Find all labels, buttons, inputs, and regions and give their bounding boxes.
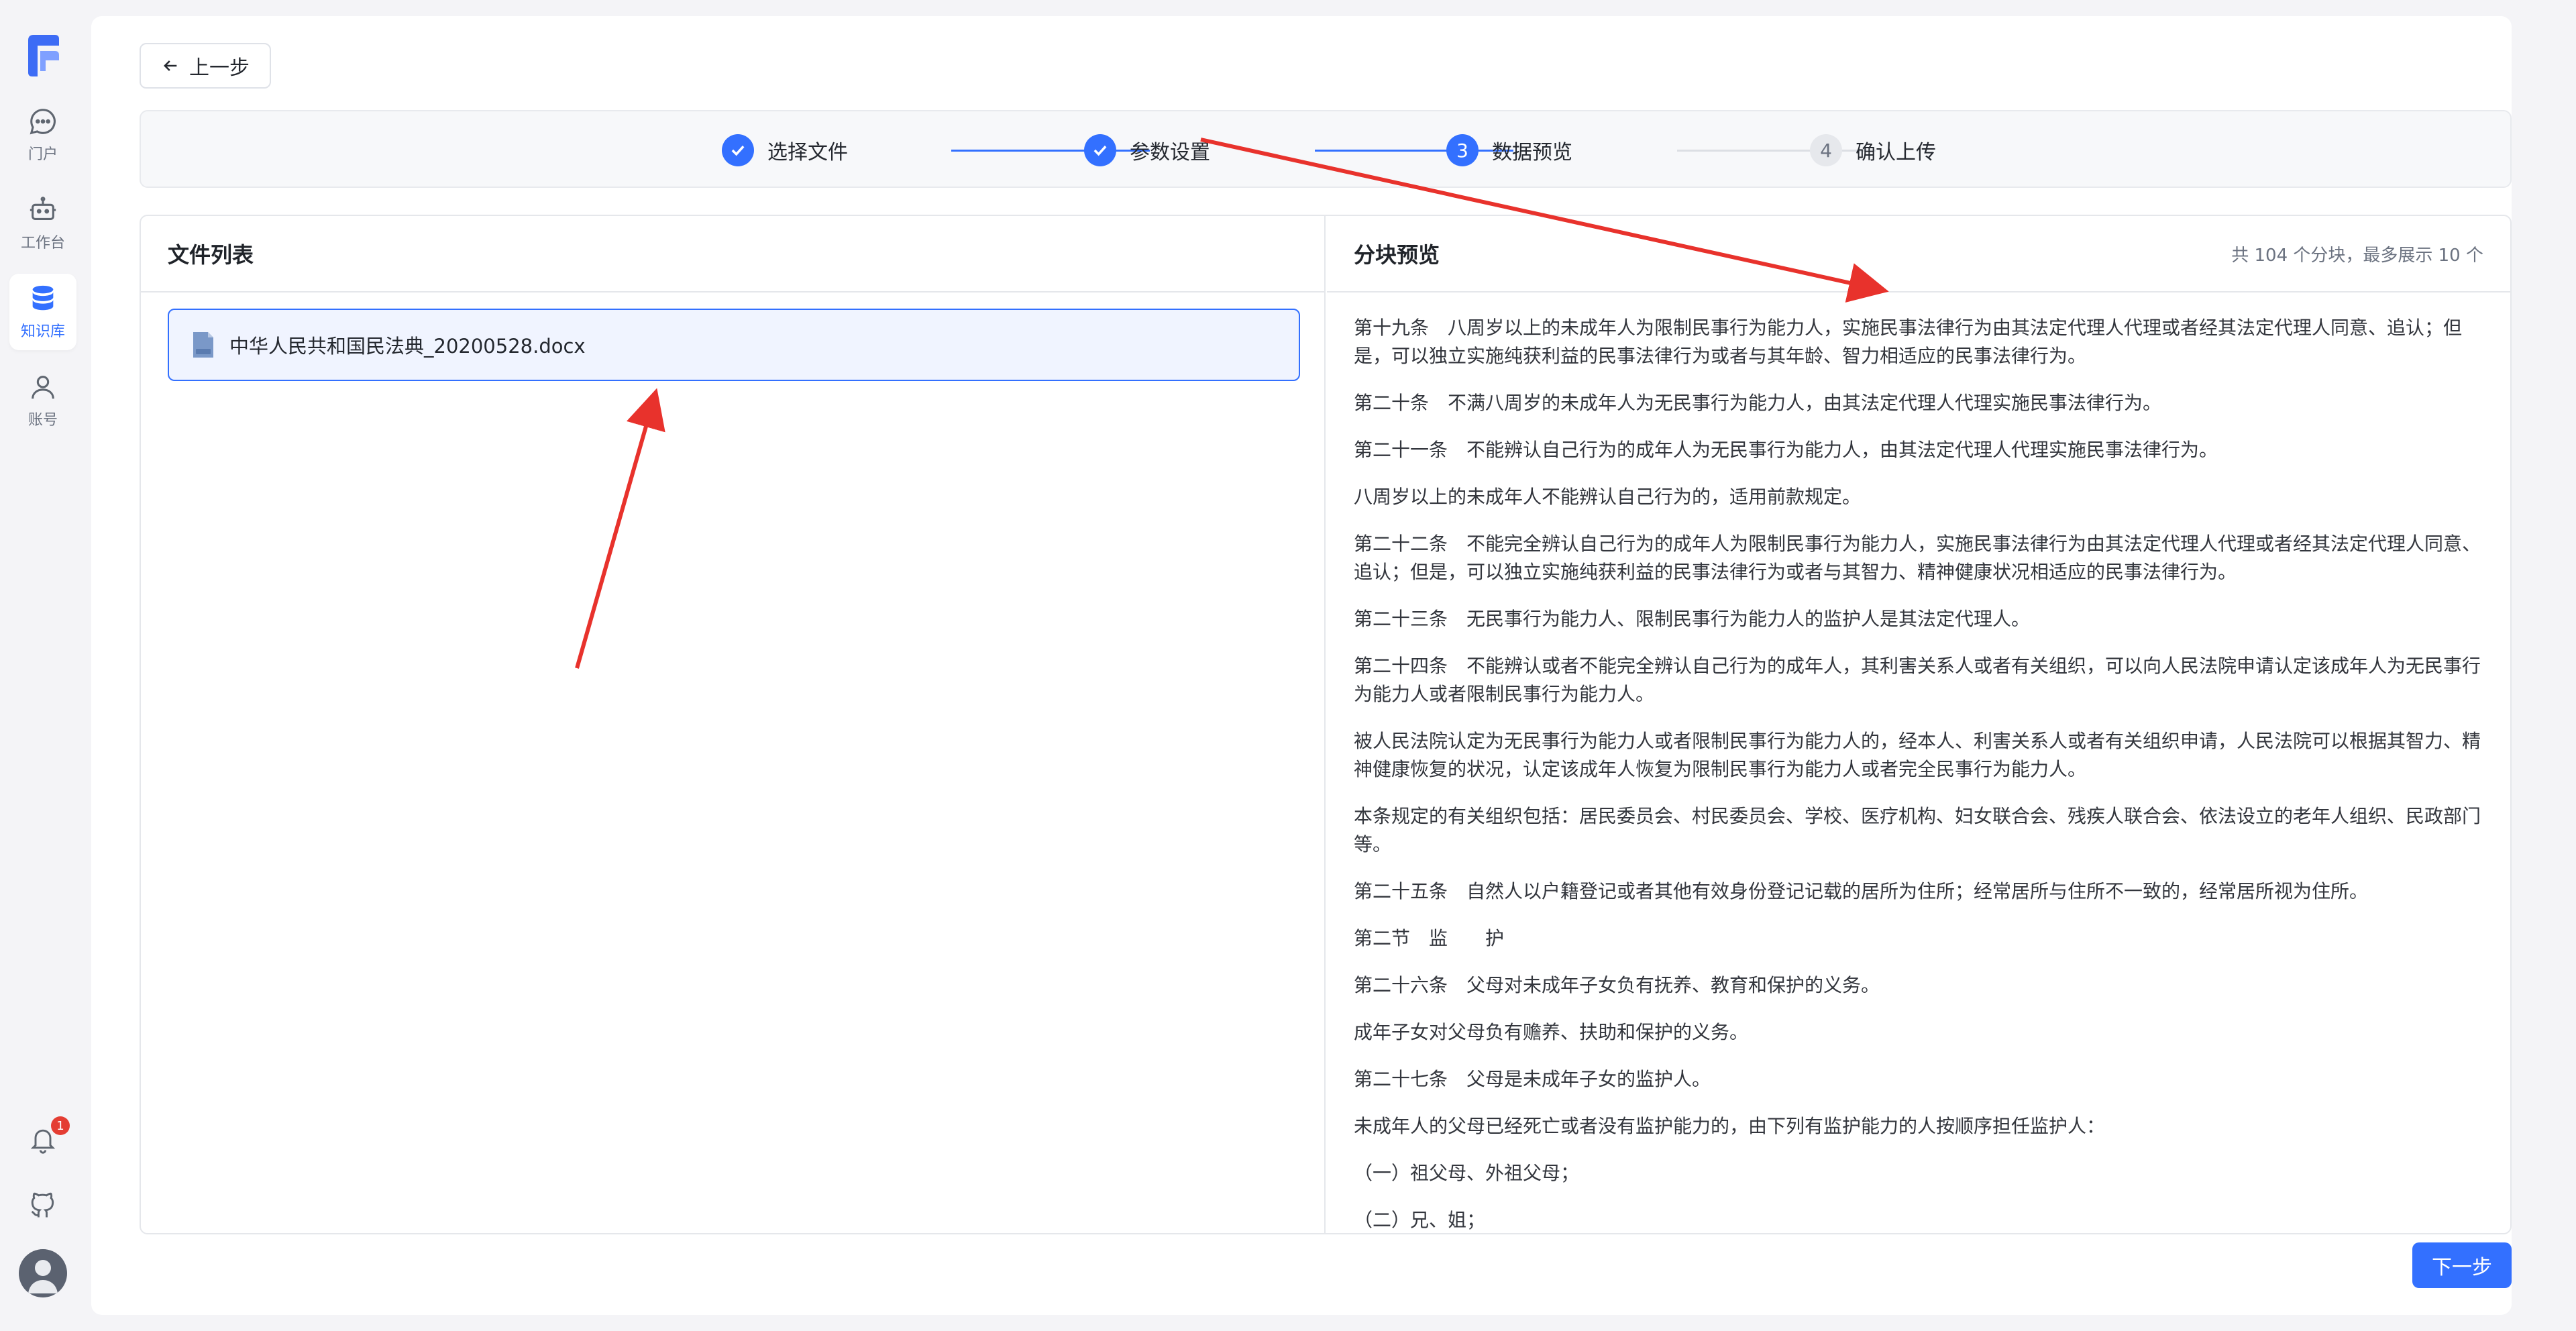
chunk-paragraph: 未成年人的父母已经死亡或者没有监护能力的，由下列有监护能力的人按顺序担任监护人： <box>1354 1115 2106 1137</box>
chunk-paragraph: 第二十四条 不能辨认或者不能完全辨认自己行为的成年人，其利害关系人或者有关组织，… <box>1354 655 2481 705</box>
notification-badge: 1 <box>51 1116 70 1135</box>
database-icon <box>32 285 54 311</box>
sidebar: 门户 工作台 知识库 账号 1 <box>0 0 86 1331</box>
step-data-preview: 3 数据预览 <box>1446 134 1572 166</box>
sidebar-item-account[interactable]: 账号 <box>9 362 76 439</box>
file-list-header: 文件列表 <box>141 216 1324 292</box>
chunk-paragraph: 八周岁以上的未成年人不能辨认自己行为的，适用前款规定。 <box>1354 486 1862 508</box>
next-button-label: 下一步 <box>2432 1256 2492 1279</box>
main-panel: 上一步 选择文件 参数设置 3 数据预览 4 确认上传 文件列表 中华人民共和国… <box>91 16 2512 1315</box>
app-logo-icon[interactable] <box>25 34 60 78</box>
chunk-paragraph: 第二十条 不满八周岁的未成年人为无民事行为能力人，由其法定代理人代理实施民事法律… <box>1354 392 2162 414</box>
file-list-panel: 文件列表 中华人民共和国民法典_20200528.docx <box>141 216 1326 1233</box>
github-link[interactable] <box>0 1191 86 1221</box>
sidebar-item-label: 账号 <box>28 412 58 429</box>
sidebar-item-label: 知识库 <box>20 323 65 340</box>
step-label: 参数设置 <box>1130 141 1210 164</box>
chunk-preview-title: 分块预览 <box>1354 242 1440 268</box>
chunk-paragraph: 第二十七条 父母是未成年子女的监护人。 <box>1354 1068 1711 1090</box>
arrow-left-icon <box>164 60 177 71</box>
sidebar-item-portal[interactable]: 门户 <box>9 97 76 173</box>
step-label: 选择文件 <box>767 141 848 164</box>
chunk-paragraph: 第二节 监 护 <box>1354 927 1505 949</box>
file-list-title: 文件列表 <box>168 242 254 268</box>
user-icon <box>32 376 54 399</box>
check-icon <box>722 134 754 166</box>
chunk-preview-header: 分块预览 共 104 个分块，最多展示 10 个 <box>1327 216 2510 292</box>
avatar[interactable] <box>19 1249 67 1297</box>
back-button[interactable]: 上一步 <box>140 43 271 89</box>
chunk-paragraph: （一）祖父母、外祖父母； <box>1354 1162 1580 1184</box>
file-list-item[interactable]: 中华人民共和国民法典_20200528.docx <box>168 309 1300 381</box>
chunk-paragraph: 本条规定的有关组织包括：居民委员会、村民委员会、学校、医疗机构、妇女联合会、残疾… <box>1354 805 2481 855</box>
back-button-label: 上一步 <box>189 56 250 80</box>
upload-stepper: 选择文件 参数设置 3 数据预览 4 确认上传 <box>140 110 2512 188</box>
preview-container: 文件列表 中华人民共和国民法典_20200528.docx 分块预览 共 104… <box>140 215 2512 1234</box>
step-number: 4 <box>1810 134 1842 166</box>
chunk-paragraph: 第二十五条 自然人以户籍登记或者其他有效身份登记记载的居所为住所；经常居所与住所… <box>1354 880 2369 902</box>
step-select-file: 选择文件 <box>722 134 848 166</box>
chunk-paragraph: 第十九条 八周岁以上的未成年人为限制民事行为能力人，实施民事法律行为由其法定代理… <box>1354 317 2463 367</box>
chunk-count-text: 共 104 个分块，最多展示 10 个 <box>2231 245 2483 266</box>
sidebar-item-workbench[interactable]: 工作台 <box>9 185 76 262</box>
robot-icon <box>30 197 56 220</box>
next-button[interactable]: 下一步 <box>2412 1242 2512 1288</box>
step-label: 数据预览 <box>1492 141 1572 164</box>
chunk-paragraph: 第二十六条 父母对未成年子女负有抚养、教育和保护的义务。 <box>1354 974 1880 996</box>
chunk-paragraph: （二）兄、姐； <box>1354 1209 1486 1231</box>
github-icon <box>31 1192 54 1218</box>
sidebar-item-label: 工作台 <box>20 235 65 252</box>
step-parameter-settings: 参数设置 <box>1084 134 1210 166</box>
file-name: 中华人民共和国民法典_20200528.docx <box>229 335 586 358</box>
step-confirm-upload: 4 确认上传 <box>1810 134 1936 166</box>
chunk-paragraph: 第二十三条 无民事行为能力人、限制民事行为能力人的监护人是其法定代理人。 <box>1354 608 2031 630</box>
chat-bubble-icon <box>30 109 56 135</box>
doc-file-icon <box>193 332 213 358</box>
chunk-preview-content[interactable]: 第十九条 八周岁以上的未成年人为限制民事行为能力人，实施民事法律行为由其法定代理… <box>1354 294 2483 1233</box>
chunk-paragraph: 第二十二条 不能完全辨认自己行为的成年人为限制民事行为能力人，实施民事法律行为由… <box>1354 533 2481 583</box>
step-number: 3 <box>1446 134 1479 166</box>
notifications-button[interactable] <box>0 1124 86 1154</box>
chunk-paragraph: 第二十一条 不能辨认自己行为的成年人为无民事行为能力人，由其法定代理人代理实施民… <box>1354 439 2218 461</box>
step-label: 确认上传 <box>1856 141 1936 164</box>
chunk-paragraph: 被人民法院认定为无民事行为能力人或者限制民事行为能力人的，经本人、利害关系人或者… <box>1354 730 2481 780</box>
sidebar-item-knowledge-base[interactable]: 知识库 <box>9 274 76 350</box>
chunk-paragraph: 成年子女对父母负有赡养、扶助和保护的义务。 <box>1354 1021 1749 1043</box>
sidebar-item-label: 门户 <box>28 146 58 163</box>
user-avatar-icon <box>19 1249 67 1297</box>
check-icon <box>1084 134 1116 166</box>
chunk-preview-panel: 分块预览 共 104 个分块，最多展示 10 个 第十九条 八周岁以上的未成年人… <box>1327 216 2510 1233</box>
